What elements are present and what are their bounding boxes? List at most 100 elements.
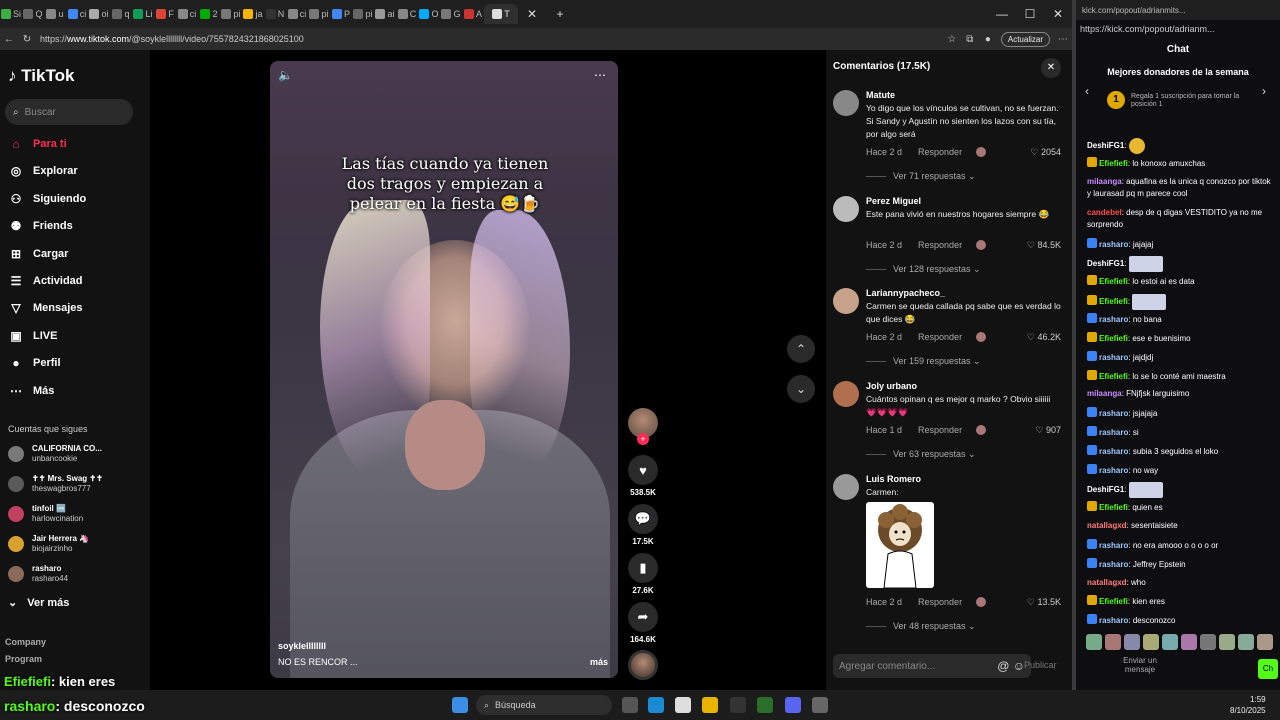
following-account[interactable]: Jair Herrera 🦄 biojairzinho [8, 531, 138, 557]
browser-tab[interactable]: Q [22, 4, 44, 24]
comment-author[interactable]: Lariannypacheco_ [866, 288, 945, 298]
new-tab-icon[interactable]: + [546, 7, 574, 21]
browser-tab[interactable]: A [462, 4, 484, 24]
comment-likes[interactable]: ♡ 907 [1035, 425, 1061, 436]
browser-tab[interactable]: ci [176, 4, 198, 24]
chat-username[interactable]: DeshiFG1 [1087, 260, 1124, 269]
store-icon[interactable] [675, 697, 691, 713]
discord-icon[interactable] [785, 697, 801, 713]
chat-username[interactable]: rasharo [1099, 428, 1128, 437]
comment-author[interactable]: Perez Miguel [866, 196, 921, 206]
reply-button[interactable]: Responder [918, 425, 962, 436]
previous-video-button[interactable]: ⌃ [787, 335, 815, 363]
reply-button[interactable]: Responder [918, 147, 962, 158]
browser-tab[interactable]: P [330, 4, 352, 24]
chat-username[interactable]: Efiefiefi [1099, 159, 1128, 168]
nav-item-perfil[interactable]: ● Perfil [8, 353, 138, 373]
browser-tab[interactable]: T [484, 4, 518, 24]
profile-avatar-icon[interactable]: ● [979, 34, 997, 45]
comment-likes[interactable]: ♡ 13.5K [1027, 597, 1061, 608]
following-account[interactable]: tinfoil 🆒 harlowcination [8, 501, 138, 527]
reply-button[interactable]: Responder [918, 332, 962, 343]
browser-tab[interactable]: u [44, 4, 66, 24]
view-replies-button[interactable]: Ver 48 respuestas ⌄ [866, 621, 976, 632]
nav-item-mensajes[interactable]: ▽ Mensajes [8, 298, 138, 318]
footer-program-link[interactable]: Program [5, 654, 42, 664]
follow-plus-icon[interactable]: + [637, 433, 649, 445]
back-icon[interactable]: ← [0, 34, 18, 45]
chat-username[interactable]: Efiefiefi [1099, 503, 1128, 512]
avatar[interactable] [833, 474, 859, 500]
chat-username[interactable]: DeshiFG1 [1087, 141, 1124, 150]
emote-icon[interactable] [1181, 634, 1197, 650]
chat-username[interactable]: candebel [1087, 208, 1122, 217]
emote-icon[interactable] [1257, 634, 1273, 650]
extensions-icon[interactable]: ⧉ [961, 34, 979, 45]
reply-button[interactable]: Responder [918, 240, 962, 251]
browser-tab[interactable]: C [396, 4, 418, 24]
view-replies-button[interactable]: Ver 128 respuestas ⌄ [866, 264, 981, 275]
volume-icon[interactable]: 🔈 [278, 68, 293, 82]
chat-username[interactable]: Efiefiefi [1099, 334, 1128, 343]
chat-username[interactable]: milaanga [1087, 177, 1122, 186]
chat-username[interactable]: rasharo [1099, 447, 1128, 456]
kick-app-icon[interactable] [757, 697, 773, 713]
description-more-link[interactable]: más [590, 657, 608, 667]
chat-username[interactable]: rasharo [1099, 409, 1128, 418]
comment-gif-image[interactable] [866, 502, 934, 588]
emote-bar[interactable] [1086, 634, 1276, 652]
star-icon[interactable]: ☆ [943, 34, 961, 45]
taskbar-search[interactable]: ⌕ Búsqueda [476, 695, 612, 715]
chrome-icon[interactable] [730, 697, 746, 713]
comment-author[interactable]: Matute [866, 90, 895, 100]
browser-tab[interactable]: G [440, 4, 462, 24]
avatar[interactable] [833, 381, 859, 407]
following-account[interactable]: rasharo rasharo44 [8, 561, 138, 587]
share-action[interactable]: ➦ 164.6K [627, 602, 659, 644]
browser-menu-icon[interactable]: ⋯ [1054, 34, 1072, 45]
chat-username[interactable]: rasharo [1099, 315, 1128, 324]
reload-icon[interactable]: ↻ [18, 34, 36, 45]
nav-item-actividad[interactable]: ☰ Actividad [8, 271, 138, 291]
footer-company-link[interactable]: Company [5, 637, 46, 647]
browser-tab[interactable]: 2 [198, 4, 220, 24]
windows-start-icon[interactable] [452, 697, 468, 713]
chat-username[interactable]: rasharo [1099, 240, 1128, 249]
app-icon[interactable] [812, 697, 828, 713]
browser-tab[interactable]: ci [66, 4, 88, 24]
avatar[interactable] [833, 90, 859, 116]
taskbar-clock[interactable]: 1:59 8/10/2025 [1230, 694, 1266, 716]
emote-icon[interactable] [1238, 634, 1254, 650]
music-disc[interactable] [628, 650, 658, 680]
view-replies-button[interactable]: Ver 159 respuestas ⌄ [866, 356, 981, 367]
chevron-left-icon[interactable]: ‹ [1085, 84, 1089, 98]
nav-item-más[interactable]: ⋯ Más [8, 381, 138, 401]
view-replies-button[interactable]: Ver 63 respuestas ⌄ [866, 449, 976, 460]
task-view-icon[interactable] [622, 697, 638, 713]
comment-likes[interactable]: ♡ 2054 [1030, 147, 1061, 158]
kick-message-input[interactable]: Enviar un mensaje [1114, 656, 1166, 674]
chat-username[interactable]: natallagxd [1087, 578, 1127, 587]
minimize-icon[interactable]: — [988, 7, 1016, 21]
avatar[interactable] [833, 196, 859, 222]
browser-tab[interactable]: pi [308, 4, 330, 24]
see-more-button[interactable]: ⌄ Ver más [8, 596, 69, 610]
comment-likes[interactable]: ♡ 46.2K [1027, 332, 1061, 343]
comment-author[interactable]: Luis Romero [866, 474, 921, 484]
comment-input[interactable]: Agregar comentario... @ ☺ [833, 654, 1031, 678]
nav-item-para-ti[interactable]: ⌂ Para ti [8, 134, 138, 154]
following-account[interactable]: CALIFORNIA CO... unbancookie [8, 441, 138, 467]
kick-chat-button[interactable]: Ch [1258, 659, 1278, 679]
browser-tab[interactable]: oi [88, 4, 110, 24]
comment-author[interactable]: Joly urbano [866, 381, 917, 391]
emote-icon[interactable] [1162, 634, 1178, 650]
following-account[interactable]: ✝✝ Mrs. Swag ✝✝ theswagbros777 [8, 471, 138, 497]
chat-username[interactable]: Efiefiefi [1099, 297, 1128, 306]
emote-icon[interactable] [1143, 634, 1159, 650]
next-video-button[interactable]: ⌄ [787, 375, 815, 403]
browser-tab[interactable]: N [264, 4, 286, 24]
update-button[interactable]: Actualizar [1000, 31, 1050, 47]
browser-tab[interactable]: q [110, 4, 132, 24]
nav-item-live[interactable]: ▣ LIVE [8, 326, 138, 346]
chat-username[interactable]: rasharo [1099, 353, 1128, 362]
